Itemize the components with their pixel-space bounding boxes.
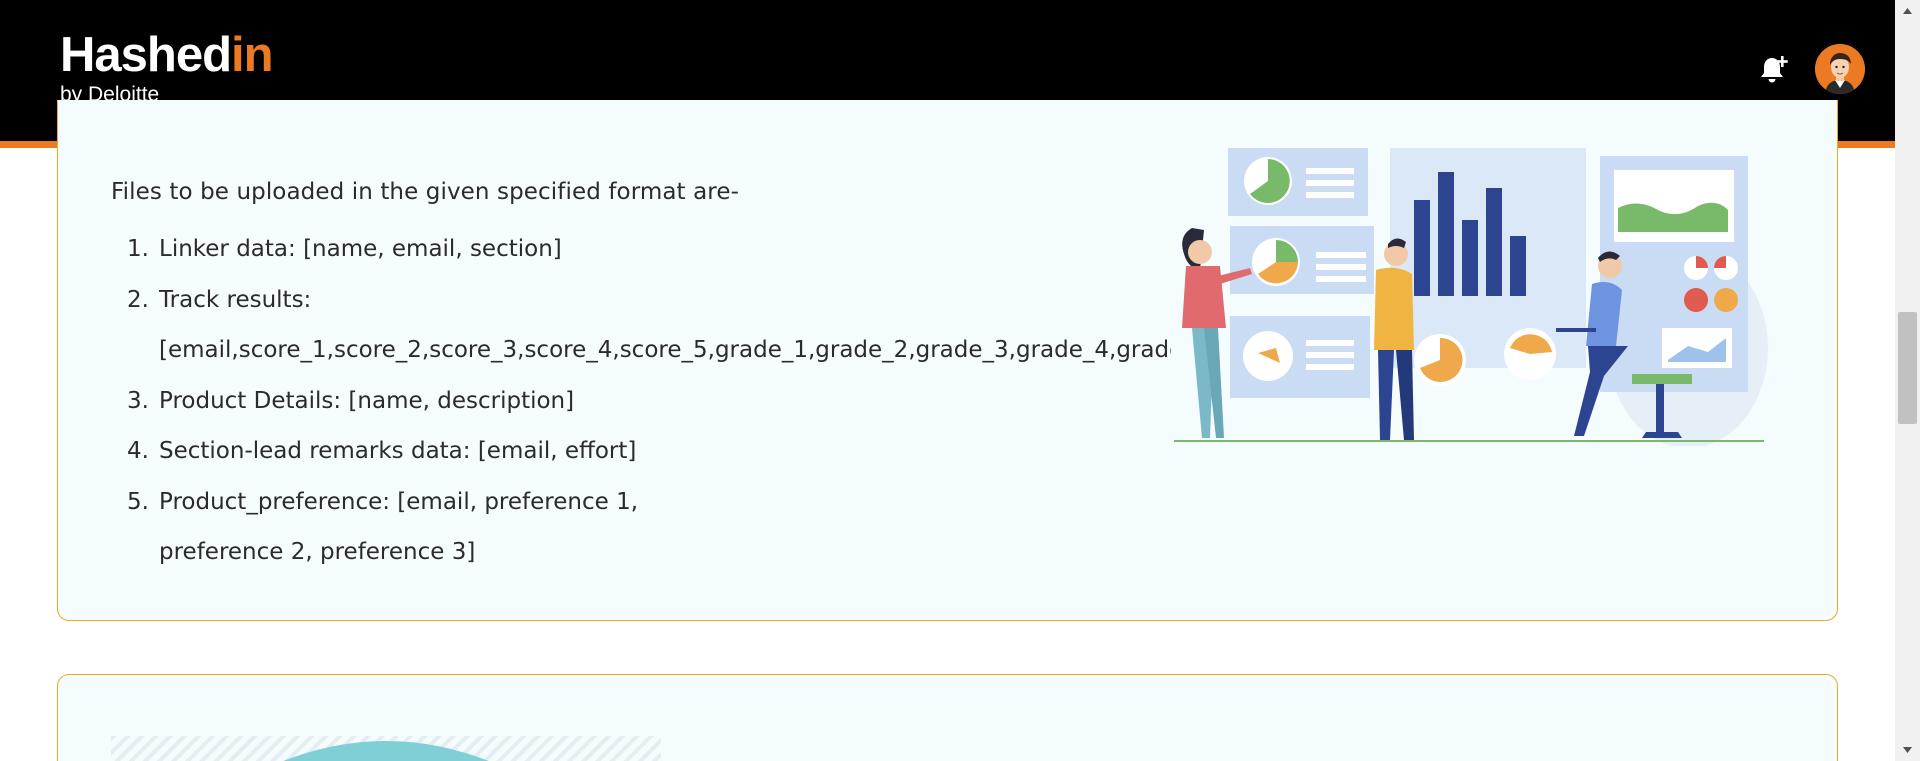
list-item: preference 2, preference 3] [159, 539, 476, 565]
list-item: 3. Product Details: [name, description] [127, 387, 575, 414]
scroll-down-arrow-icon[interactable] [1895, 739, 1920, 761]
scrollbar-thumb[interactable] [1898, 312, 1917, 424]
notification-bell-icon[interactable] [1756, 52, 1792, 88]
list-item: 1. Linker data: [name, email, section] [127, 236, 562, 262]
file-format-list: 1. Linker data: [name, email, section] 2.… [111, 224, 1171, 578]
logo-wordmark: Hashedin [60, 28, 274, 82]
list-item: 4. Section-lead remarks data: [email, eff… [127, 438, 637, 464]
user-avatar[interactable] [1815, 44, 1865, 94]
card-decoration [111, 736, 661, 761]
scroll-up-arrow-icon[interactable] [1895, 0, 1920, 22]
analytics-dashboard-illustration [1168, 148, 1772, 448]
list-item: 2. Track results: [127, 286, 312, 313]
upload-format-content: Files to be uploaded in the given specif… [111, 174, 1171, 578]
list-item: [email,score_1,score_2,score_3,score_4,s… [159, 337, 1171, 363]
hashedin-logo[interactable]: Hashedin by Deloitte [60, 28, 274, 108]
upload-format-intro: Files to be uploaded in the given specif… [111, 179, 739, 205]
list-item: 5. Product_preference: [email, preference… [127, 488, 639, 515]
